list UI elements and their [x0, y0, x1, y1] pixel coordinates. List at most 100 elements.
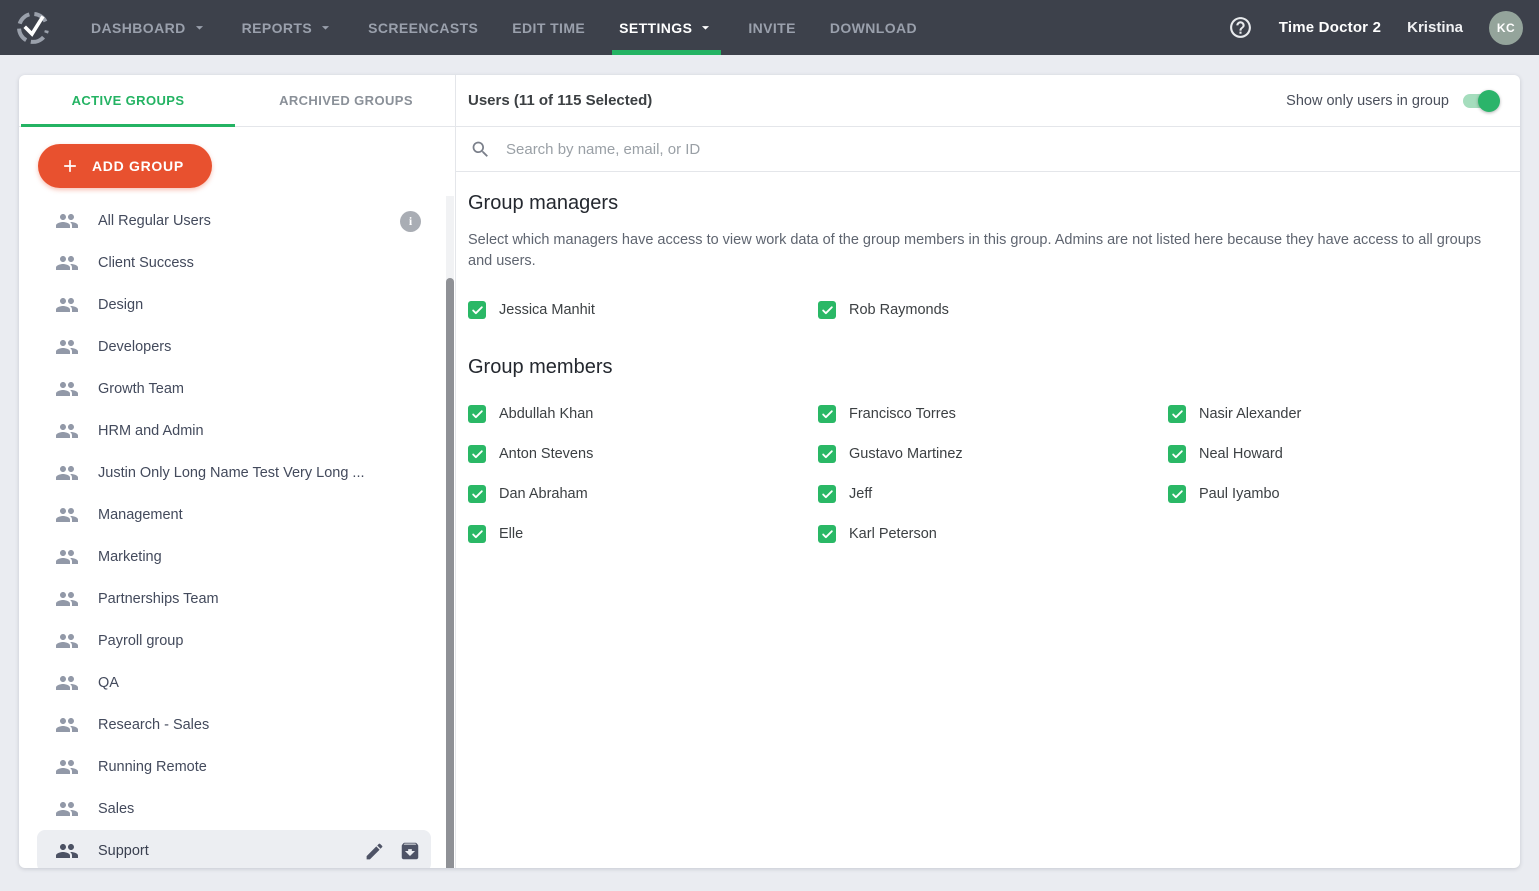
sidebar-group-research-sales[interactable]: Research - Sales: [37, 704, 431, 746]
group-people-icon: [55, 461, 79, 485]
help-icon[interactable]: [1228, 15, 1253, 40]
member-checkbox-neal-howard[interactable]: Neal Howard: [1168, 434, 1518, 474]
sidebar-group-marketing[interactable]: Marketing: [37, 536, 431, 578]
sidebar-group-payroll-group[interactable]: Payroll group: [37, 620, 431, 662]
sidebar-group-sales[interactable]: Sales: [37, 788, 431, 830]
nav-item-dashboard[interactable]: DASHBOARD: [74, 0, 225, 55]
group-name-label: Running Remote: [98, 759, 207, 775]
sidebar-group-qa[interactable]: QA: [37, 662, 431, 704]
group-people-icon: [55, 713, 79, 737]
tab-archived-groups[interactable]: ARCHIVED GROUPS: [237, 75, 455, 126]
checked-checkbox-icon[interactable]: [818, 445, 836, 463]
person-name-label: Jeff: [849, 486, 872, 502]
info-icon[interactable]: i: [400, 211, 421, 232]
checked-checkbox-icon[interactable]: [818, 485, 836, 503]
timedoctor-logo-icon[interactable]: [14, 9, 52, 47]
member-checkbox-elle[interactable]: Elle: [468, 514, 818, 554]
nav-item-screencasts[interactable]: SCREENCASTS: [351, 0, 495, 55]
person-name-label: Dan Abraham: [499, 486, 588, 502]
group-name-label: QA: [98, 675, 119, 691]
checked-checkbox-icon[interactable]: [1168, 485, 1186, 503]
sidebar-group-developers[interactable]: Developers: [37, 326, 431, 368]
checked-checkbox-icon[interactable]: [468, 485, 486, 503]
nav-item-label: SETTINGS: [619, 20, 692, 36]
toggle-switch[interactable]: [1463, 94, 1497, 108]
nav-item-download[interactable]: DOWNLOAD: [813, 0, 934, 55]
member-checkbox-paul-iyambo[interactable]: Paul Iyambo: [1168, 474, 1518, 514]
plus-icon: [60, 156, 80, 176]
sidebar-group-running-remote[interactable]: Running Remote: [37, 746, 431, 788]
sidebar-group-growth-team[interactable]: Growth Team: [37, 368, 431, 410]
group-name-label: Support: [98, 843, 149, 859]
tab-active-groups[interactable]: ACTIVE GROUPS: [19, 75, 237, 126]
group-people-icon: [55, 377, 79, 401]
tab-label: ARCHIVED GROUPS: [279, 93, 413, 108]
person-name-label: Paul Iyambo: [1199, 486, 1280, 502]
archive-icon[interactable]: [399, 840, 421, 862]
member-checkbox-jeff[interactable]: Jeff: [818, 474, 1168, 514]
checked-checkbox-icon[interactable]: [468, 405, 486, 423]
sidebar-group-all-regular-users[interactable]: All Regular Users i: [37, 200, 431, 242]
nav-item-label: REPORTS: [242, 20, 312, 36]
group-people-icon: [55, 209, 79, 233]
group-managers-description: Select which managers have access to vie…: [468, 230, 1496, 272]
member-checkbox-abdullah-khan[interactable]: Abdullah Khan: [468, 394, 818, 434]
nav-item-settings[interactable]: SETTINGS: [602, 0, 731, 55]
show-only-users-toggle[interactable]: Show only users in group: [1286, 93, 1497, 109]
nav-item-edit-time[interactable]: EDIT TIME: [495, 0, 602, 55]
person-name-label: Francisco Torres: [849, 406, 956, 422]
member-checkbox-gustavo-martinez[interactable]: Gustavo Martinez: [818, 434, 1168, 474]
group-people-icon: [55, 335, 79, 359]
sidebar-group-support[interactable]: Support: [37, 830, 431, 868]
add-group-button[interactable]: ADD GROUP: [38, 144, 212, 188]
checked-checkbox-icon[interactable]: [1168, 405, 1186, 423]
toggle-label: Show only users in group: [1286, 93, 1449, 109]
sidebar-group-management[interactable]: Management: [37, 494, 431, 536]
person-name-label: Neal Howard: [1199, 446, 1283, 462]
member-checkbox-karl-peterson[interactable]: Karl Peterson: [818, 514, 1168, 554]
manager-checkbox-jessica-manhit[interactable]: Jessica Manhit: [468, 290, 818, 330]
group-name-label: Research - Sales: [98, 717, 209, 733]
group-name-label: Management: [98, 507, 183, 523]
checked-checkbox-icon[interactable]: [818, 405, 836, 423]
member-checkbox-dan-abraham[interactable]: Dan Abraham: [468, 474, 818, 514]
member-checkbox-nasir-alexander[interactable]: Nasir Alexander: [1168, 394, 1518, 434]
main-menu: DASHBOARD REPORTS SCREENCASTS EDIT TIME SETT…: [74, 0, 934, 55]
group-detail-panel: Users (11 of 115 Selected) Show only use…: [456, 75, 1520, 868]
checked-checkbox-icon[interactable]: [1168, 445, 1186, 463]
sidebar-group-client-success[interactable]: Client Success: [37, 242, 431, 284]
user-avatar[interactable]: KC: [1489, 11, 1523, 45]
groups-tabs: ACTIVE GROUPS ARCHIVED GROUPS: [19, 75, 455, 127]
group-people-icon: [55, 755, 79, 779]
checked-checkbox-icon[interactable]: [468, 445, 486, 463]
sidebar-group-hrm-and-admin[interactable]: HRM and Admin: [37, 410, 431, 452]
groups-settings-card: ACTIVE GROUPS ARCHIVED GROUPS ADD GROUP A…: [19, 75, 1520, 868]
sidebar-group-justin-only-long-name-test-very-long[interactable]: Justin Only Long Name Test Very Long ...: [37, 452, 431, 494]
chevron-down-icon: [317, 19, 334, 36]
nav-item-label: SCREENCASTS: [368, 20, 478, 36]
search-input[interactable]: [506, 141, 1496, 158]
member-checkbox-francisco-torres[interactable]: Francisco Torres: [818, 394, 1168, 434]
group-name-label: Developers: [98, 339, 171, 355]
nav-item-reports[interactable]: REPORTS: [225, 0, 351, 55]
manager-checkbox-rob-raymonds[interactable]: Rob Raymonds: [818, 290, 1168, 330]
member-checkbox-anton-stevens[interactable]: Anton Stevens: [468, 434, 818, 474]
checked-checkbox-icon[interactable]: [468, 525, 486, 543]
sidebar-group-design[interactable]: Design: [37, 284, 431, 326]
group-people-icon: [55, 587, 79, 611]
checked-checkbox-icon[interactable]: [468, 301, 486, 319]
sidebar-scrollbar-thumb[interactable]: [446, 278, 454, 868]
person-name-label: Karl Peterson: [849, 526, 937, 542]
nav-item-label: DOWNLOAD: [830, 20, 917, 36]
person-name-label: Rob Raymonds: [849, 302, 949, 318]
group-name-label: All Regular Users: [98, 213, 211, 229]
group-name-label: Marketing: [98, 549, 162, 565]
nav-right-section: Time Doctor 2 Kristina KC: [1228, 11, 1523, 45]
nav-item-invite[interactable]: INVITE: [731, 0, 813, 55]
edit-icon[interactable]: [364, 841, 385, 862]
group-name-label: Client Success: [98, 255, 194, 271]
checked-checkbox-icon[interactable]: [818, 525, 836, 543]
checked-checkbox-icon[interactable]: [818, 301, 836, 319]
sidebar-group-partnerships-team[interactable]: Partnerships Team: [37, 578, 431, 620]
group-members-heading: Group members: [468, 356, 1496, 379]
